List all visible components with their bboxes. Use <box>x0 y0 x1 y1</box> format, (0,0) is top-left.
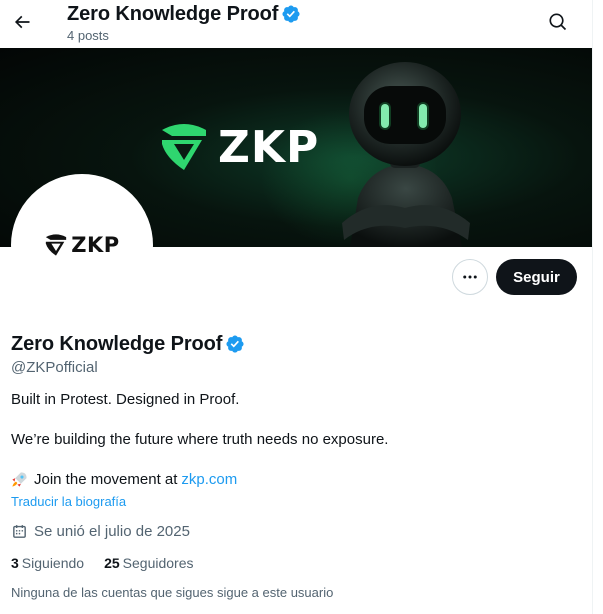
zkp-shield-icon <box>162 124 206 170</box>
profile-header: Zero Knowledge Proof 4 posts <box>0 0 592 48</box>
profile-handle: @ZKPofficial <box>11 359 98 376</box>
header-title-row: Zero Knowledge Proof <box>67 2 301 26</box>
translate-bio-link[interactable]: Traducir la biografía <box>11 494 126 509</box>
more-horizontal-icon <box>463 275 477 279</box>
avatar-logo: ZKP <box>44 232 119 258</box>
bio-line-2: We’re building the future where truth ne… <box>11 431 389 448</box>
verified-badge-icon[interactable] <box>281 4 301 24</box>
header-title: Zero Knowledge Proof <box>67 3 279 25</box>
joined-text: Se unió el julio de 2025 <box>34 523 190 540</box>
banner-logo-text: ZKP <box>218 121 320 173</box>
bio-website-link[interactable]: zkp.com <box>181 471 237 488</box>
verified-badge-icon[interactable] <box>225 334 245 354</box>
bio-line-3-text: Join the movement at <box>34 471 178 488</box>
calendar-icon <box>13 525 26 538</box>
bio-line-1: Built in Protest. Designed in Proof. <box>11 391 240 408</box>
column-border <box>592 0 593 614</box>
profile-avatar[interactable]: ZKP <box>11 174 153 316</box>
bio-line-3: Join the movement at zkp.com <box>11 471 237 488</box>
banner-logo: ZKP <box>158 120 319 174</box>
avatar-logo-text: ZKP <box>71 233 120 257</box>
following-link[interactable]: 3 Siguiendo <box>11 555 84 571</box>
zkp-shield-icon <box>46 234 67 256</box>
followers-label: Seguidores <box>122 555 194 571</box>
followers-you-know-note: Ninguna de las cuentas que sigues sigue … <box>11 585 334 600</box>
more-options-button[interactable] <box>452 259 488 295</box>
search-icon <box>549 13 567 31</box>
followers-link[interactable]: 25 Seguidores <box>104 555 193 571</box>
search-button[interactable] <box>540 4 576 40</box>
following-label: Siguiendo <box>21 555 85 571</box>
profile-stats: 3 Siguiendo 25 Seguidores <box>11 555 213 571</box>
follow-button[interactable]: Seguir <box>496 259 577 295</box>
back-button[interactable] <box>4 4 40 40</box>
robot-illustration <box>342 62 470 247</box>
profile-name: Zero Knowledge Proof <box>11 333 223 355</box>
joined-date: Se unió el julio de 2025 <box>11 523 190 540</box>
post-count: 4 posts <box>67 28 109 43</box>
rocket-icon <box>11 471 28 488</box>
arrow-left-icon <box>14 15 30 29</box>
following-count: 3 <box>11 555 19 571</box>
followers-count: 25 <box>104 555 120 571</box>
profile-name-row: Zero Knowledge Proof <box>11 332 245 356</box>
